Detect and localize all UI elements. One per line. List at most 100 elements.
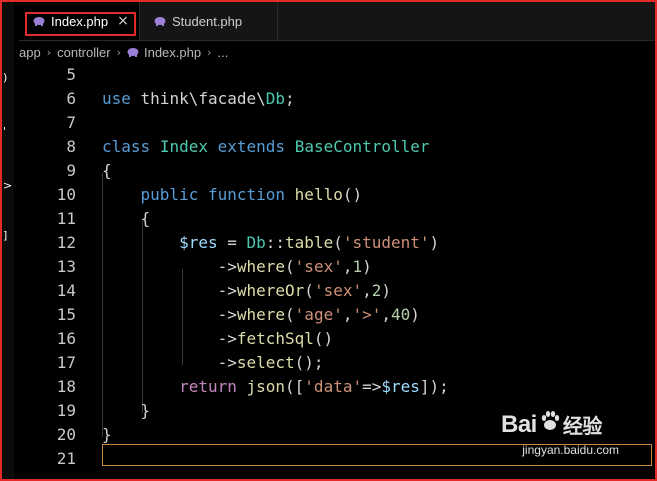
line-number: 11 bbox=[56, 209, 76, 228]
code-line[interactable]: 12 $res = Db::table('student') bbox=[19, 231, 655, 255]
code-token: :: bbox=[265, 233, 286, 252]
tab-index-php[interactable]: Index.php × bbox=[19, 2, 140, 40]
code-token: 'age' bbox=[294, 305, 343, 324]
php-file-icon bbox=[154, 16, 166, 26]
code-text: ->where('sex',1) bbox=[102, 255, 372, 279]
code-token: BaseController bbox=[294, 137, 430, 156]
code-text: } bbox=[102, 399, 151, 423]
code-token: 'student' bbox=[342, 233, 430, 252]
edge-glyph: ) bbox=[3, 71, 8, 84]
line-number: 16 bbox=[56, 329, 76, 348]
code-line[interactable]: 5 bbox=[19, 63, 655, 87]
code-token: extends bbox=[217, 137, 286, 156]
code-text: class Index extends BaseController bbox=[102, 135, 430, 159]
tab-student-php[interactable]: Student.php bbox=[140, 2, 278, 40]
code-token: hello bbox=[294, 185, 343, 204]
tab-label: Student.php bbox=[172, 13, 243, 29]
code-token: '>' bbox=[352, 305, 382, 324]
code-line[interactable]: 8 class Index extends BaseController bbox=[19, 135, 655, 159]
watermark-brand-right: 经验 bbox=[562, 414, 603, 438]
chevron-right-icon: › bbox=[46, 45, 52, 59]
code-token: -> bbox=[102, 305, 237, 324]
line-number: 18 bbox=[56, 377, 76, 396]
code-token: ([ bbox=[285, 377, 305, 396]
code-token: $res bbox=[179, 233, 218, 252]
code-token: think\facade\ bbox=[130, 89, 266, 108]
code-token: ( bbox=[285, 257, 295, 276]
line-number: 10 bbox=[56, 185, 76, 204]
code-text: ->select(); bbox=[102, 351, 324, 375]
code-line[interactable]: 14 ->whereOr('sex',2) bbox=[19, 279, 655, 303]
code-text: { bbox=[102, 159, 112, 183]
code-token: } bbox=[102, 425, 112, 444]
code-token: ( bbox=[304, 281, 314, 300]
code-text: ->fetchSql() bbox=[102, 327, 334, 351]
breadcrumb-symbols[interactable]: ... bbox=[218, 45, 229, 60]
code-token: ]); bbox=[419, 377, 449, 396]
code-token: 40 bbox=[391, 305, 411, 324]
code-token: -> bbox=[102, 329, 237, 348]
php-file-icon bbox=[33, 16, 45, 26]
code-token: { bbox=[102, 161, 112, 180]
code-token: (); bbox=[294, 353, 324, 372]
tab-bar: Index.php × Student.php bbox=[19, 2, 655, 41]
line-number: 13 bbox=[56, 257, 76, 276]
code-line[interactable]: 18 return json(['data'=>$res]); bbox=[19, 375, 655, 399]
code-token: ( bbox=[333, 233, 343, 252]
code-line[interactable]: 9{ bbox=[19, 159, 655, 183]
breadcrumb-file[interactable]: Index.php bbox=[144, 45, 201, 60]
code-token: ) bbox=[429, 233, 440, 252]
code-token: 2 bbox=[371, 281, 382, 300]
code-text: ->whereOr('sex',2) bbox=[102, 279, 391, 303]
chevron-right-icon: › bbox=[207, 45, 212, 59]
paw-icon bbox=[539, 410, 561, 439]
code-token: 'sex' bbox=[313, 281, 363, 300]
code-line[interactable]: 11 { bbox=[19, 207, 655, 231]
editor-window: ) ' > ] Index.php × Student.php app › co… bbox=[0, 0, 657, 481]
code-token: 'sex' bbox=[294, 257, 343, 276]
breadcrumb-app[interactable]: app bbox=[19, 45, 41, 60]
code-line[interactable]: 7 bbox=[19, 111, 655, 135]
code-token: () bbox=[313, 329, 334, 348]
activity-edge: ) ' > ] bbox=[2, 2, 14, 479]
code-token: -> bbox=[102, 281, 237, 300]
code-line[interactable]: 6 use think\facade\Db; bbox=[19, 87, 655, 111]
line-number: 15 bbox=[56, 305, 76, 324]
line-number: 21 bbox=[56, 449, 76, 468]
chevron-right-icon: › bbox=[116, 45, 121, 59]
code-token: , bbox=[381, 305, 392, 324]
code-line[interactable]: 16 ->fetchSql() bbox=[19, 327, 655, 351]
code-text: use think\facade\Db; bbox=[102, 87, 295, 111]
code-token: Db bbox=[246, 233, 266, 252]
code-token: -> bbox=[102, 257, 237, 276]
line-number: 17 bbox=[56, 353, 76, 372]
code-token: 'data' bbox=[304, 377, 363, 396]
code-token: -> bbox=[102, 353, 237, 372]
code-line[interactable]: 15 ->where('age','>',40) bbox=[19, 303, 655, 327]
code-token: Index bbox=[159, 137, 208, 156]
breadcrumb-controller[interactable]: controller bbox=[57, 45, 110, 60]
line-number: 12 bbox=[56, 233, 76, 252]
line-number: 7 bbox=[66, 113, 76, 132]
code-token: where bbox=[236, 257, 286, 276]
baidu-jingyan-watermark: Bai 经验 jingyan.baidu.com bbox=[501, 410, 621, 458]
edge-glyph: ' bbox=[3, 125, 7, 138]
code-line[interactable]: 10 public function hello() bbox=[19, 183, 655, 207]
code-token: json bbox=[246, 377, 286, 396]
code-text: ->where('age','>',40) bbox=[102, 303, 420, 327]
code-token: 1 bbox=[352, 257, 363, 276]
line-number: 6 bbox=[66, 89, 76, 108]
code-line[interactable]: 13 ->where('sex',1) bbox=[19, 255, 655, 279]
code-token: where bbox=[236, 305, 286, 324]
watermark-url: jingyan.baidu.com bbox=[522, 443, 619, 457]
code-token: { bbox=[102, 209, 151, 228]
php-file-icon bbox=[127, 47, 139, 57]
code-text: public function hello() bbox=[102, 183, 363, 207]
code-line[interactable]: 17 ->select(); bbox=[19, 351, 655, 375]
